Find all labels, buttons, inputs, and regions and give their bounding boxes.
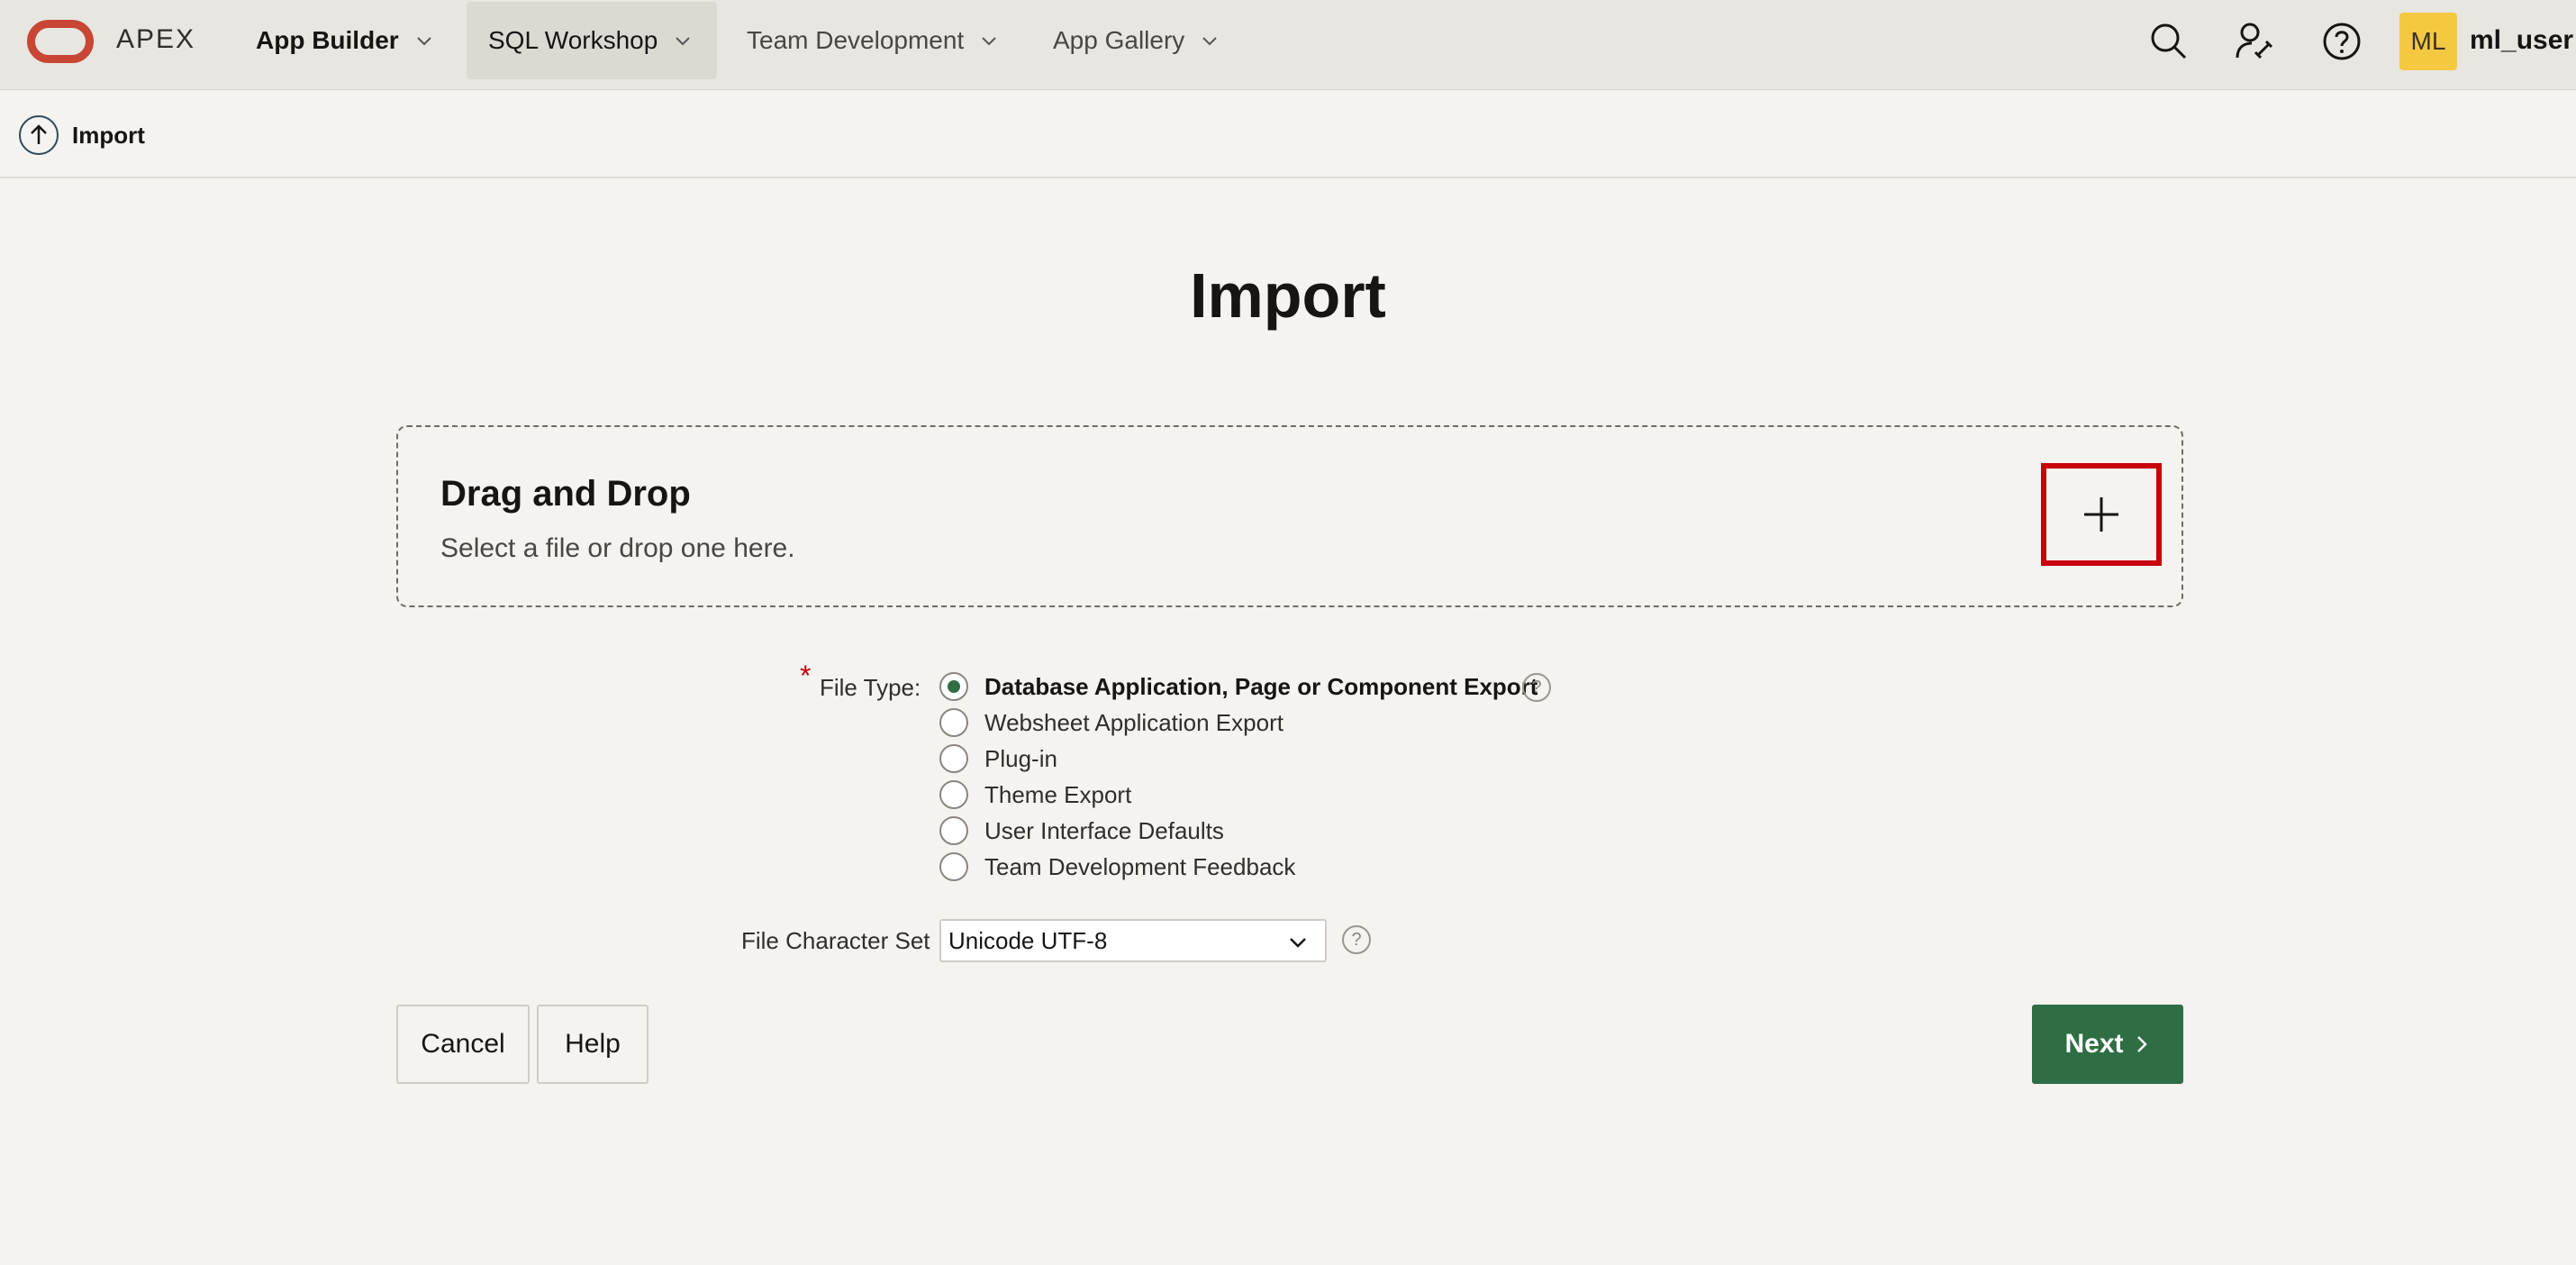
chevron-down-icon [1290, 938, 1306, 948]
radio-option[interactable]: User Interface Defaults [939, 816, 1224, 845]
radio-option[interactable]: Websheet Application Export [939, 708, 1283, 737]
nav-sql-workshop[interactable]: SQL Workshop [467, 2, 717, 79]
chevron-down-icon [676, 37, 691, 46]
radio-label[interactable]: User Interface Defaults [984, 817, 1224, 845]
radio-label[interactable]: Plug-in [984, 745, 1057, 773]
radio-label[interactable]: Websheet Application Export [984, 709, 1283, 737]
brand-name[interactable]: APEX [116, 24, 195, 55]
nav-label: App Builder [256, 26, 399, 54]
help-icon[interactable]: ? [1342, 925, 1371, 954]
charset-value: Unicode UTF-8 [948, 926, 1108, 954]
chevron-right-icon [2136, 1036, 2147, 1052]
radio-label[interactable]: Team Development Feedback [984, 853, 1295, 881]
file-type-label: File Type: [820, 674, 921, 701]
chevron-down-icon [982, 37, 996, 46]
drop-zone-subtitle: Select a file or drop one here. [440, 533, 795, 563]
radio-button[interactable] [939, 852, 968, 881]
radio-button[interactable] [939, 672, 968, 701]
nav-app-gallery[interactable]: App Gallery [1031, 2, 1240, 79]
required-indicator: * [800, 660, 812, 692]
next-button[interactable]: Next [2032, 1005, 2183, 1084]
breadcrumb: Import [72, 122, 145, 149]
import-arrow-up-icon [19, 115, 59, 155]
nav-label: Team Development [747, 26, 965, 54]
next-label: Next [2064, 1029, 2124, 1059]
help-icon[interactable]: ? [1522, 673, 1551, 702]
avatar[interactable]: ML [2399, 13, 2457, 70]
radio-option[interactable]: Team Development Feedback [939, 852, 1295, 881]
page-title: Import [1190, 260, 1386, 331]
plus-icon [2084, 497, 2118, 532]
nav-app-builder[interactable]: App Builder [234, 2, 455, 79]
breadcrumb-bar [0, 90, 2576, 178]
nav-team-development[interactable]: Team Development [725, 2, 1020, 79]
radio-label[interactable]: Theme Export [984, 781, 1131, 809]
username[interactable]: ml_user [2470, 25, 2573, 56]
chevron-down-icon [416, 37, 431, 46]
radio-option[interactable]: Database Application, Page or Component … [939, 672, 1537, 701]
chevron-down-icon [1202, 37, 1218, 46]
admin-user-wrench-icon[interactable] [2234, 20, 2277, 63]
radio-button[interactable] [939, 708, 968, 737]
oracle-logo-icon[interactable] [27, 20, 94, 63]
radio-option[interactable]: Plug-in [939, 744, 1057, 773]
search-icon[interactable] [2147, 20, 2191, 63]
radio-label[interactable]: Database Application, Page or Component … [984, 673, 1537, 701]
charset-label: File Character Set [741, 927, 930, 954]
help-button[interactable]: Help [537, 1005, 649, 1084]
radio-option[interactable]: Theme Export [939, 780, 1131, 809]
file-drop-zone[interactable] [396, 425, 2183, 607]
charset-select[interactable]: Unicode UTF-8 [939, 919, 1327, 962]
radio-button[interactable] [939, 744, 968, 773]
drop-zone-title: Drag and Drop [440, 474, 691, 514]
radio-button[interactable] [939, 816, 968, 845]
radio-button[interactable] [939, 780, 968, 809]
add-file-button[interactable] [2041, 463, 2162, 566]
cancel-button[interactable]: Cancel [396, 1005, 530, 1084]
nav-label: App Gallery [1053, 26, 1185, 54]
help-icon[interactable] [2320, 20, 2363, 63]
nav-label: SQL Workshop [488, 26, 658, 54]
